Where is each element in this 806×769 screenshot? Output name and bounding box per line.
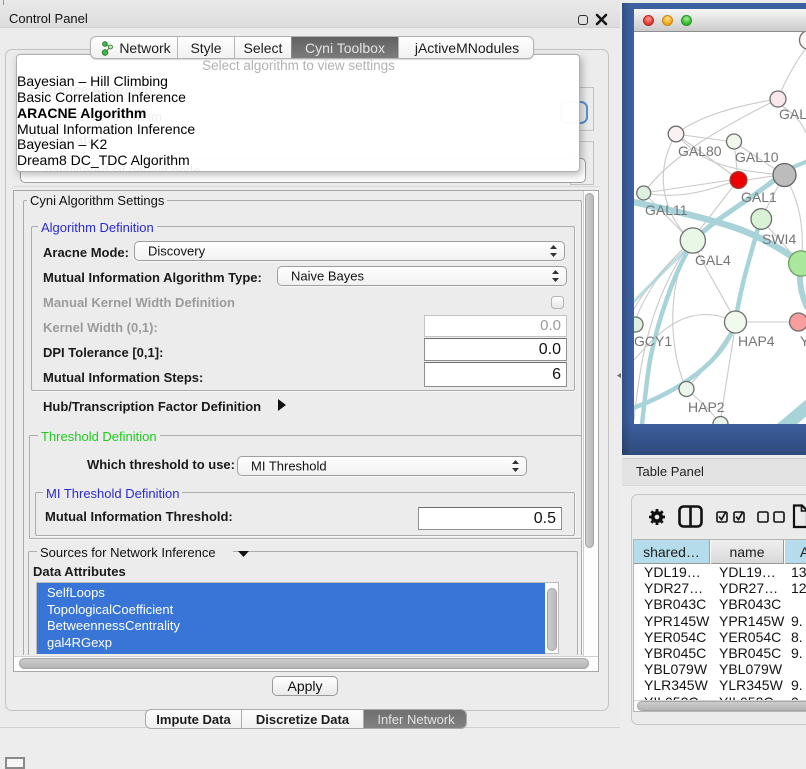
svg-text:HAP4: HAP4 [738,333,775,349]
svg-text:GAL80: GAL80 [678,143,722,159]
svg-text:GAL1: GAL1 [741,189,777,205]
svg-text:YJ: YJ [800,333,806,349]
svg-text:GCY1: GCY1 [634,333,672,349]
svg-text:GAL4: GAL4 [695,252,731,268]
svg-text:GAL10: GAL10 [735,149,779,165]
svg-text:GAL7: GAL7 [779,106,806,122]
svg-text:GAL11: GAL11 [645,202,688,218]
svg-text:HAP2: HAP2 [688,399,725,415]
svg-text:SWI4: SWI4 [762,231,796,247]
